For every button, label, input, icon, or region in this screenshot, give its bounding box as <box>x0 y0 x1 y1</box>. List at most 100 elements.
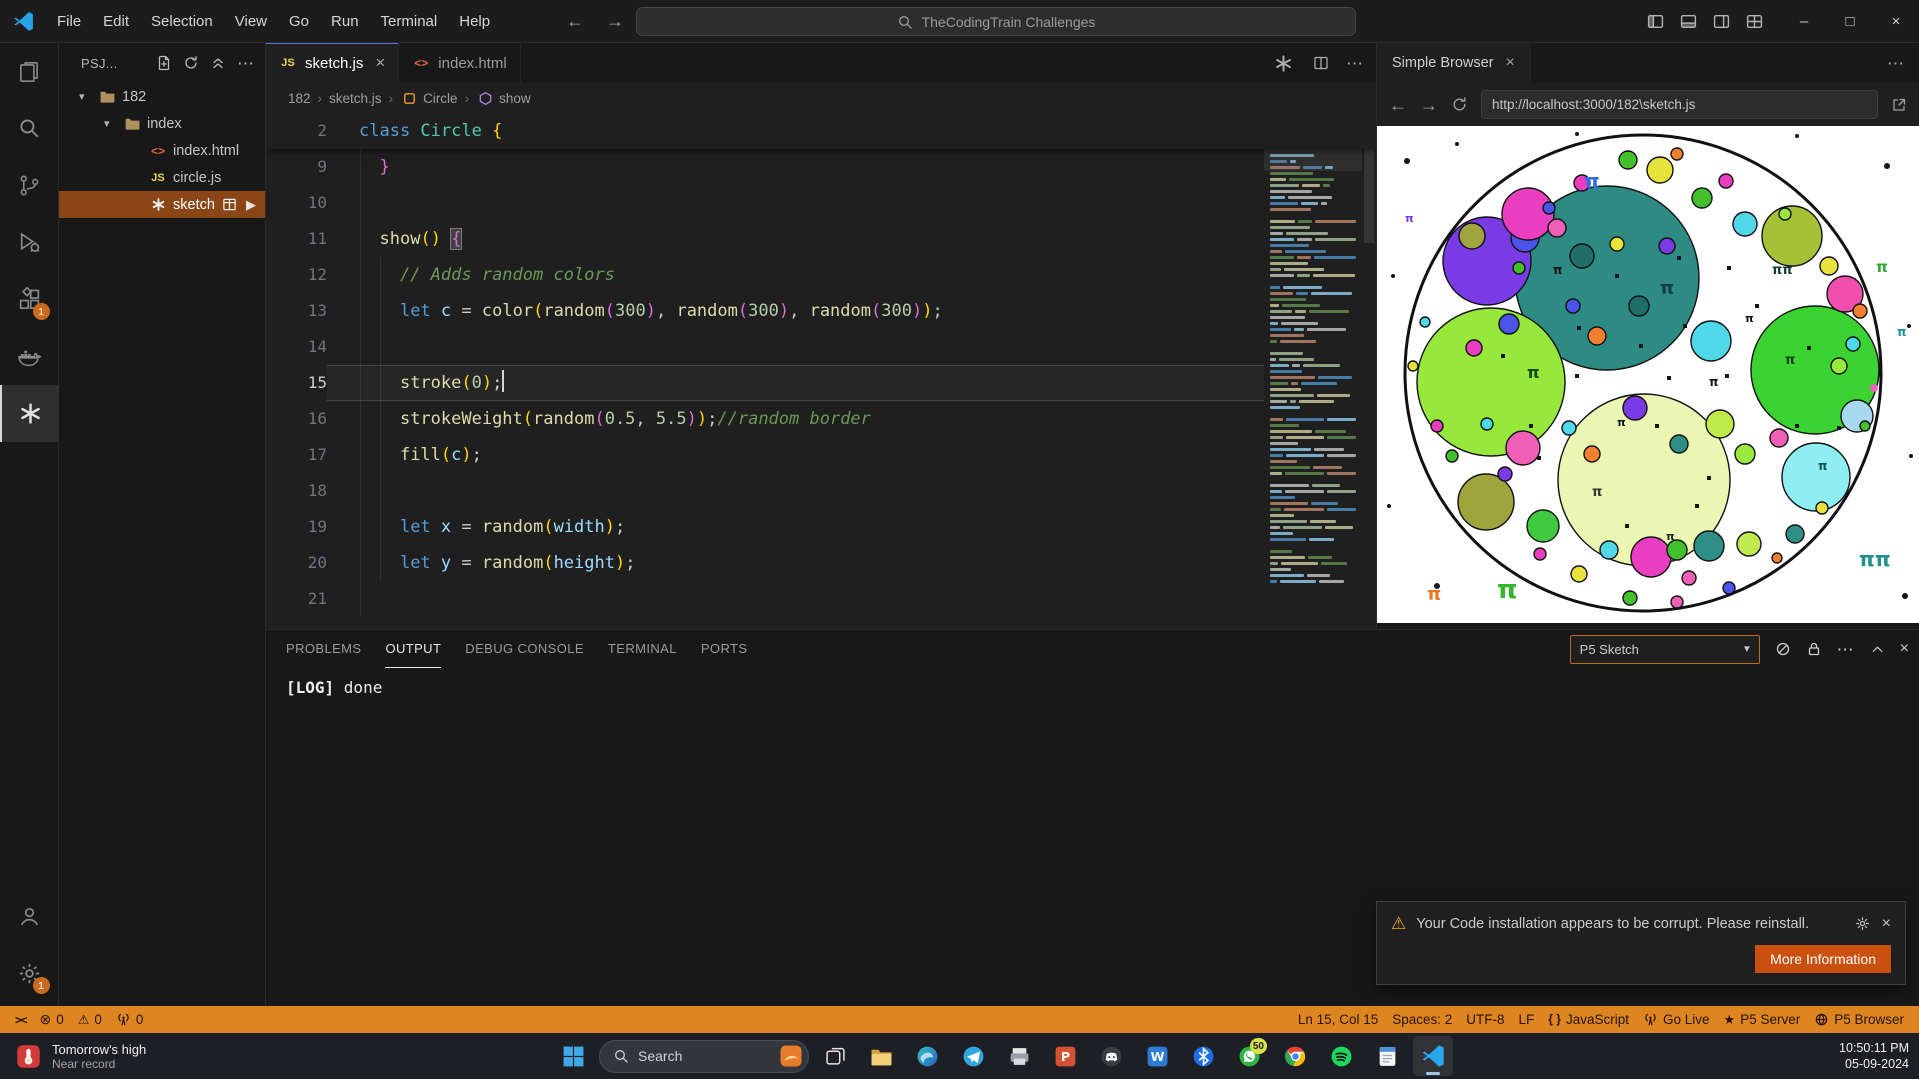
weather-widget[interactable]: Tomorrow's high Near record <box>0 1033 161 1079</box>
code-line-14[interactable]: 14 <box>266 329 1376 365</box>
tree-item-circle-js[interactable]: JScircle.js <box>59 164 265 191</box>
breadcrumb-item[interactable]: sketch.js <box>329 91 382 106</box>
code-line-12[interactable]: 12 // Adds random colors <box>266 257 1376 293</box>
code-line-17[interactable]: 17 fill(c); <box>266 437 1376 473</box>
browser-forward-icon[interactable]: → <box>1420 96 1438 114</box>
eol-status-item[interactable]: LF <box>1512 1012 1542 1027</box>
panel-tab-terminal[interactable]: TERMINAL <box>608 630 677 668</box>
printer-taskbar-icon[interactable] <box>999 1036 1039 1076</box>
vscode-app-taskbar-icon[interactable] <box>1413 1036 1453 1076</box>
remote-status-item[interactable]: >< <box>8 1006 32 1033</box>
menu-item-edit[interactable]: Edit <box>92 0 140 42</box>
more-actions-icon[interactable]: ⋯ <box>237 55 255 72</box>
explorer-activity-button[interactable] <box>0 43 59 100</box>
warnings-status-item[interactable]: ⚠0 <box>71 1006 109 1033</box>
p5-server-status-item[interactable]: ★P5 Server <box>1717 1012 1808 1028</box>
refresh-explorer-icon[interactable] <box>183 55 199 72</box>
fileexplorer-taskbar-icon[interactable] <box>861 1036 901 1076</box>
toggle-sidebar-icon[interactable] <box>1647 13 1664 30</box>
edge-taskbar-icon[interactable] <box>907 1036 947 1076</box>
docker-activity-button[interactable] <box>0 328 59 385</box>
run-and-debug-activity-button[interactable] <box>0 214 59 271</box>
minimize-button[interactable]: – <box>1781 0 1827 43</box>
menu-item-selection[interactable]: Selection <box>140 0 224 42</box>
breadcrumb-item[interactable]: 182 <box>288 91 311 106</box>
language-mode-status-item[interactable]: { }JavaScript <box>1541 1012 1636 1027</box>
forwarded-ports-status-item[interactable]: 0 <box>109 1006 151 1033</box>
menu-item-view[interactable]: View <box>224 0 278 42</box>
panel-more-icon[interactable]: ⋯ <box>1837 641 1855 658</box>
menu-item-go[interactable]: Go <box>278 0 320 42</box>
go-live-status-item[interactable]: Go Live <box>1636 1012 1717 1027</box>
new-file-icon[interactable] <box>156 55 172 72</box>
close-panel-icon[interactable]: × <box>1900 641 1909 657</box>
code-line-15[interactable]: 15 stroke(0); <box>266 365 1376 401</box>
editor-scrollbar[interactable] <box>1362 113 1376 629</box>
more-information-button[interactable]: More Information <box>1755 945 1891 973</box>
chrome-taskbar-icon[interactable] <box>1275 1036 1315 1076</box>
tab-sketch-js[interactable]: JSsketch.js× <box>266 43 399 83</box>
search-activity-button[interactable] <box>0 100 59 157</box>
minimap[interactable] <box>1264 113 1362 629</box>
menu-item-run[interactable]: Run <box>320 0 370 42</box>
menu-item-help[interactable]: Help <box>448 0 501 42</box>
taskview-taskbar-icon[interactable] <box>815 1036 855 1076</box>
editor-more-actions-icon[interactable]: ⋯ <box>1346 55 1364 72</box>
errors-status-item[interactable]: ⊗0 <box>32 1006 70 1033</box>
tab-simple-browser[interactable]: Simple Browser × <box>1377 43 1531 83</box>
discord-taskbar-icon[interactable] <box>1091 1036 1131 1076</box>
close-icon[interactable]: × <box>1506 54 1515 72</box>
indentation-status-item[interactable]: Spaces: 2 <box>1385 1012 1459 1027</box>
accounts-activity-button[interactable] <box>0 888 59 945</box>
notification-close-icon[interactable]: × <box>1882 916 1891 932</box>
open-preview-icon[interactable] <box>222 197 237 212</box>
tree-item-182[interactable]: ▾182 <box>59 83 265 110</box>
browser-back-icon[interactable]: ← <box>1389 96 1407 114</box>
powerpoint-taskbar-icon[interactable]: P <box>1045 1036 1085 1076</box>
start-button[interactable] <box>553 1036 593 1076</box>
breadcrumb-item[interactable]: show <box>476 91 531 106</box>
telegram-taskbar-icon[interactable] <box>953 1036 993 1076</box>
code-line-18[interactable]: 18 <box>266 473 1376 509</box>
code-line-21[interactable]: 21 <box>266 581 1376 617</box>
code-editor[interactable]: 2class Circle {9 }1011 show() {12 // Add… <box>266 113 1376 629</box>
back-icon[interactable]: ← <box>566 12 584 30</box>
panel-tab-debug-console[interactable]: DEBUG CONSOLE <box>465 630 584 668</box>
code-line-11[interactable]: 11 show() { <box>266 221 1376 257</box>
toggle-secondary-sidebar-icon[interactable] <box>1713 13 1730 30</box>
panel-tab-problems[interactable]: PROBLEMS <box>286 630 361 668</box>
code-line-20[interactable]: 20 let y = random(height); <box>266 545 1376 581</box>
output-channel-select[interactable]: P5 Sketch ▾ <box>1570 635 1760 664</box>
word-taskbar-icon[interactable]: W <box>1137 1036 1177 1076</box>
run-p5-sketch-icon[interactable] <box>1274 53 1294 73</box>
tree-item-index[interactable]: ▾index <box>59 110 265 137</box>
p5-view-activity-button[interactable] <box>0 385 59 442</box>
code-line-9[interactable]: 9 } <box>266 149 1376 185</box>
close-button[interactable]: × <box>1873 0 1919 43</box>
notepad-taskbar-icon[interactable] <box>1367 1036 1407 1076</box>
clear-output-icon[interactable] <box>1775 641 1791 657</box>
customize-layout-icon[interactable] <box>1746 13 1763 30</box>
tree-item-sketch[interactable]: sketch▶ <box>59 191 265 218</box>
cursor-position-status-item[interactable]: Ln 15, Col 15 <box>1291 1012 1385 1027</box>
taskbar-search[interactable]: Search <box>599 1040 809 1073</box>
command-center-search[interactable]: TheCodingTrain Challenges <box>636 7 1356 36</box>
output-console[interactable]: [LOG] done <box>266 668 1919 697</box>
code-line-13[interactable]: 13 let c = color(random(300), random(300… <box>266 293 1376 329</box>
encoding-status-item[interactable]: UTF-8 <box>1459 1012 1511 1027</box>
toggle-panel-icon[interactable] <box>1680 13 1697 30</box>
code-line-10[interactable]: 10 <box>266 185 1376 221</box>
taskbar-clock[interactable]: 10:50:11 PM 05-09-2024 <box>1839 1040 1909 1072</box>
breadcrumb-item[interactable]: Circle <box>400 91 458 106</box>
menu-item-terminal[interactable]: Terminal <box>370 0 449 42</box>
code-line-19[interactable]: 19 let x = random(width); <box>266 509 1376 545</box>
run-icon[interactable]: ▶ <box>246 197 256 212</box>
menu-item-file[interactable]: File <box>46 0 92 42</box>
tab-index-html[interactable]: <>index.html <box>399 43 520 83</box>
settings-activity-button[interactable]: 1 <box>0 945 59 1002</box>
lock-autoscroll-icon[interactable] <box>1806 641 1822 657</box>
p5-browser-status-item[interactable]: P5 Browser <box>1807 1012 1911 1027</box>
reload-icon[interactable] <box>1451 96 1468 113</box>
open-external-icon[interactable] <box>1891 97 1907 113</box>
browser-more-actions-icon[interactable]: ⋯ <box>1887 55 1919 72</box>
